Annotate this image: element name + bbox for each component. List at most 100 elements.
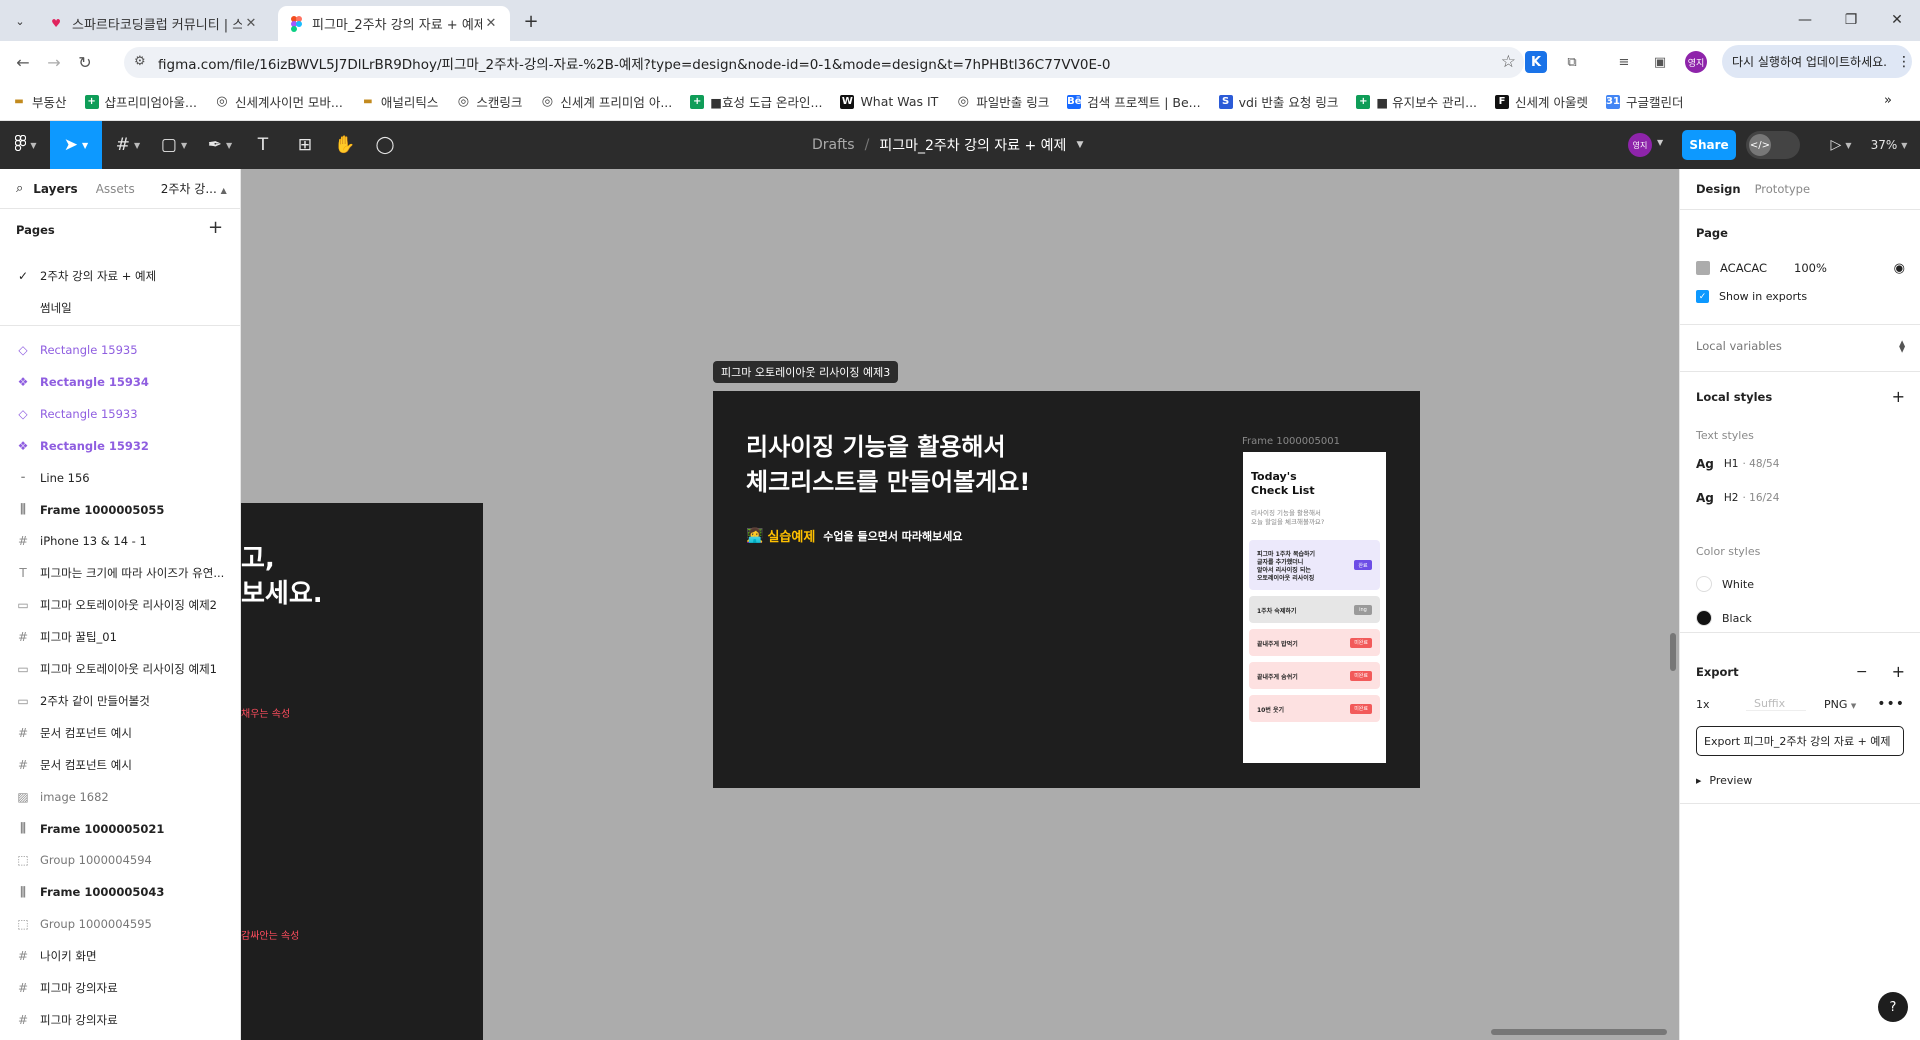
bookmark-item[interactable]: + ■ 유지보수 관리... — [1356, 92, 1477, 111]
present-button[interactable]: ▷ ▼ — [1824, 121, 1858, 169]
remove-export-button[interactable]: − — [1856, 664, 1868, 680]
eye-icon[interactable]: ◉ — [1894, 261, 1905, 276]
bookmark-star-icon[interactable]: ☆ — [1501, 52, 1516, 72]
phone-frame-label[interactable]: Frame 1000005001 — [1242, 436, 1340, 447]
close-icon[interactable]: ✕ — [482, 15, 500, 33]
page-color-swatch[interactable] — [1696, 261, 1710, 275]
layer-item[interactable]: ⁃ Line 156 — [0, 462, 240, 494]
close-icon[interactable]: ✕ — [242, 15, 260, 33]
hand-tool[interactable]: ✋ — [330, 121, 360, 169]
move-tool[interactable]: ➤ ▼ — [50, 121, 102, 169]
checklist-item[interactable]: 피그마 1주차 복습하기 글자를 추가했더니 알아서 리사이징 되는 오토레이아웃 리… — [1249, 540, 1380, 590]
pen-tool[interactable]: ✒ ▼ — [200, 121, 240, 169]
layer-item[interactable]: ▭ 2주차 같이 만들어볼것 — [0, 685, 240, 717]
layer-item[interactable]: # 피그마 강의자료 — [0, 1004, 240, 1036]
layer-item[interactable]: ⬚ Group 1000004594 — [0, 844, 240, 876]
page-color-row[interactable]: ACACAC 100% ◉ — [1696, 259, 1905, 277]
layer-item[interactable]: ⫼ Frame 1000005021 — [0, 813, 240, 845]
tab-search-button[interactable]: ⌄ — [8, 9, 32, 33]
bookmarks-overflow-icon[interactable]: » — [1884, 93, 1892, 108]
resources-tool[interactable]: ⊞ — [290, 121, 320, 169]
dev-mode-toggle[interactable]: </> — [1746, 131, 1800, 159]
layer-item[interactable]: ▨ image 1682 — [0, 781, 240, 813]
layer-item[interactable]: ❖ Rectangle 15932 — [0, 430, 240, 462]
checklist-phone[interactable]: Today's Check List 리사이징 기능을 활용해서 오늘 할일을 … — [1243, 452, 1386, 763]
window-close-button[interactable]: ✕ — [1882, 8, 1912, 32]
zoom-menu[interactable]: 37% ▼ — [1866, 121, 1912, 169]
horizontal-scrollbar[interactable] — [1491, 1029, 1667, 1035]
layer-item[interactable]: ▭ 피그마 오토레이아웃 리사이징 예제1 — [0, 653, 240, 685]
add-page-button[interactable]: + — [208, 217, 223, 238]
chevron-down-icon[interactable]: ▼ — [1076, 140, 1083, 150]
page-opacity[interactable]: 100% — [1794, 261, 1827, 275]
reload-button[interactable]: ↻ — [72, 49, 98, 75]
show-exports-checkbox[interactable]: ✓ — [1696, 290, 1709, 303]
layer-item[interactable]: ⫼ Frame 1000005055 — [0, 494, 240, 526]
bookmark-item[interactable]: ◎ 신세계 프리미엄 아... — [540, 92, 673, 111]
layer-item[interactable]: # iPhone 13 & 14 - 1 — [0, 525, 240, 557]
page-item[interactable]: 썸네일 — [0, 293, 240, 323]
main-menu-button[interactable]: ▼ — [8, 121, 44, 169]
page-item[interactable]: ✓ 2주차 강의 자료 + 예제 — [0, 261, 240, 291]
page-select[interactable]: 2주차 강... ▲ — [161, 180, 227, 197]
file-name[interactable]: 피그마_2주차 강의 자료 + 예제 — [879, 135, 1066, 155]
k-extension-icon[interactable]: K — [1525, 51, 1547, 73]
canvas[interactable]: 고, 보세요. 채우는 속성 감싸안는 속성 피그마 오토레이아웃 리사이징 예… — [241, 169, 1679, 1040]
variables-icon[interactable]: ⧫ — [1899, 339, 1905, 353]
user-avatar[interactable]: 영지 — [1628, 133, 1652, 157]
bookmark-item[interactable]: ◎ 스캔링크 — [456, 92, 523, 111]
layer-item[interactable]: # 나이키 화면 — [0, 940, 240, 972]
layer-item[interactable]: ◇ Rectangle 15933 — [0, 398, 240, 430]
tab-design[interactable]: Design — [1696, 182, 1741, 196]
comment-tool[interactable]: ◯ — [370, 121, 400, 169]
layer-item[interactable]: ⬚ Group 1000004595 — [0, 908, 240, 940]
checklist-item[interactable]: 1주차 숙제하기 ing — [1249, 596, 1380, 623]
bookmark-item[interactable]: W What Was IT — [840, 94, 938, 109]
layer-item[interactable]: ⫼ Frame 1000005043 — [0, 876, 240, 908]
page-color-hex[interactable]: ACACAC — [1720, 261, 1794, 275]
export-suffix-input[interactable]: Suffix — [1746, 697, 1806, 711]
local-variables-row[interactable]: Local variables ⧫ — [1696, 339, 1905, 353]
bookmark-item[interactable]: 31 구글캘린더 — [1606, 92, 1684, 111]
frame-tool[interactable]: # ▼ — [108, 121, 148, 169]
update-chip[interactable]: 다시 실행하여 업데이트하세요. ⋮ — [1722, 45, 1912, 78]
bookmark-item[interactable]: + ■효성 도급 온라인... — [690, 92, 822, 111]
bookmark-item[interactable]: F 신세계 아울렛 — [1495, 92, 1588, 111]
bookmark-item[interactable]: Svdi 반출 요청 링크 — [1218, 92, 1338, 111]
media-icon[interactable]: ≡ — [1613, 51, 1635, 73]
layer-item[interactable]: # 피그마 꿀팁_01 — [0, 621, 240, 653]
back-button[interactable]: ← — [10, 49, 36, 75]
bookmark-item[interactable]: Bē 검색 프로젝트 | Be... — [1067, 92, 1201, 111]
export-scale[interactable]: 1x — [1696, 698, 1746, 711]
bookmark-item[interactable]: ▬ 부동산 — [12, 92, 66, 111]
tab-assets[interactable]: Assets — [96, 182, 135, 196]
layer-item[interactable]: ▭ 피그마 오토레이아웃 리사이징 예제2 — [0, 589, 240, 621]
bookmark-item[interactable]: ◎ 파일반출 링크 — [956, 92, 1050, 111]
minimize-button[interactable]: — — [1790, 8, 1820, 32]
chevron-down-icon[interactable]: ▼ — [1657, 138, 1663, 147]
new-tab-button[interactable]: + — [520, 10, 542, 32]
tab-sparta[interactable]: ♥ 스파르타코딩클럽 커뮤니티 | 스 ✕ — [38, 6, 270, 41]
url-field[interactable]: ⚙ figma.com/file/16izBWVL5J7DlLrBR9Dhoy/… — [124, 47, 1524, 78]
forward-button[interactable]: → — [41, 49, 67, 75]
tab-prototype[interactable]: Prototype — [1755, 182, 1810, 196]
text-style-item[interactable]: Ag H1 · 48/54 — [1696, 457, 1779, 471]
color-style-item[interactable]: White — [1696, 576, 1754, 592]
text-tool[interactable]: T — [248, 121, 278, 169]
layer-item[interactable]: # 문서 컴포넌트 예시 — [0, 717, 240, 749]
help-button[interactable]: ? — [1878, 992, 1908, 1022]
shape-tool[interactable]: ▢ ▼ — [154, 121, 194, 169]
frame-name-tag[interactable]: 피그마 오토레이아웃 리사이징 예제3 — [713, 361, 899, 383]
breadcrumb-drafts[interactable]: Drafts — [812, 137, 855, 153]
side-panel-icon[interactable]: ▣ — [1649, 51, 1671, 73]
layer-item[interactable]: T 피그마는 크기에 따라 사이즈가 유연... — [0, 557, 240, 589]
checklist-item[interactable]: 끝내주게 숨쉬기 미완료 — [1249, 662, 1380, 689]
tab-figma[interactable]: 피그마_2주차 강의 자료 + 예제 ✕ — [278, 6, 510, 41]
export-format-select[interactable]: PNG ▼ — [1824, 698, 1856, 711]
vertical-scrollbar[interactable] — [1670, 633, 1676, 671]
left-frame[interactable]: 고, 보세요. 채우는 속성 감싸안는 속성 — [241, 503, 483, 1040]
extensions-icon[interactable]: ⧉ — [1561, 51, 1583, 73]
more-options-icon[interactable]: ••• — [1877, 696, 1905, 712]
text-style-item[interactable]: Ag H2 · 16/24 — [1696, 491, 1779, 505]
add-style-button[interactable]: + — [1892, 387, 1905, 406]
